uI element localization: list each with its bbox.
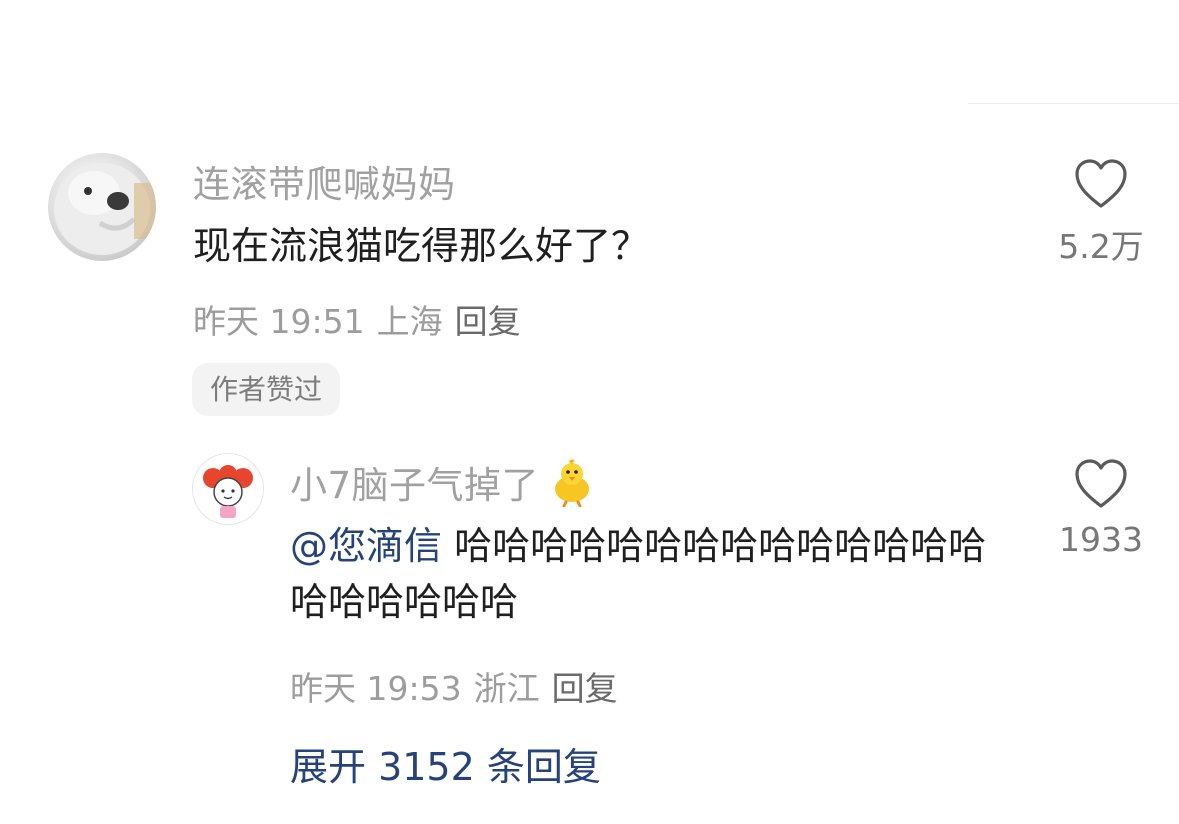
chick-icon — [555, 459, 590, 507]
comment-meta: 昨天 19:51 上海 回复 — [193, 295, 521, 343]
mention-link[interactable]: @您滴信 — [290, 524, 442, 568]
dog-avatar-icon — [54, 163, 156, 255]
author-liked-badge: 作者赞过 — [192, 363, 341, 416]
commenter-username[interactable]: 连滚带爬喊妈妈 — [193, 154, 456, 208]
commenter-avatar[interactable] — [48, 153, 156, 261]
comment-like-button[interactable]: 5.2万 — [1046, 158, 1156, 268]
top-divider — [968, 103, 1179, 104]
reply-avatar[interactable] — [192, 453, 264, 525]
reply-location: 浙江 — [473, 669, 540, 708]
girl-avatar-icon — [203, 465, 253, 518]
reply-time: 昨天 19:53 — [290, 669, 462, 708]
heart-icon — [1075, 159, 1127, 208]
reply-username-row[interactable]: 小7脑子气掉了 — [290, 455, 597, 509]
comment-location: 上海 — [376, 302, 443, 341]
reply-reply-button[interactable]: 回复 — [552, 662, 618, 710]
reply-like-button[interactable]: 1933 — [1046, 458, 1156, 559]
reply-text: @您滴信 哈哈哈哈哈哈哈哈哈哈哈哈哈哈哈哈哈哈哈哈 — [290, 518, 1010, 630]
reply-button[interactable]: 回复 — [455, 295, 521, 343]
comment-time: 昨天 19:51 — [193, 302, 365, 341]
comment-text: 现在流浪猫吃得那么好了？ — [193, 224, 650, 268]
reply-username[interactable]: 小7脑子气掉了 — [290, 455, 539, 509]
reply-meta: 昨天 19:53 浙江 回复 — [290, 662, 618, 710]
heart-icon — [1075, 459, 1127, 508]
reply-like-count: 1933 — [1059, 520, 1143, 559]
like-count: 5.2万 — [1058, 227, 1144, 266]
expand-replies-link[interactable]: 展开 3152 条回复 — [290, 736, 601, 791]
